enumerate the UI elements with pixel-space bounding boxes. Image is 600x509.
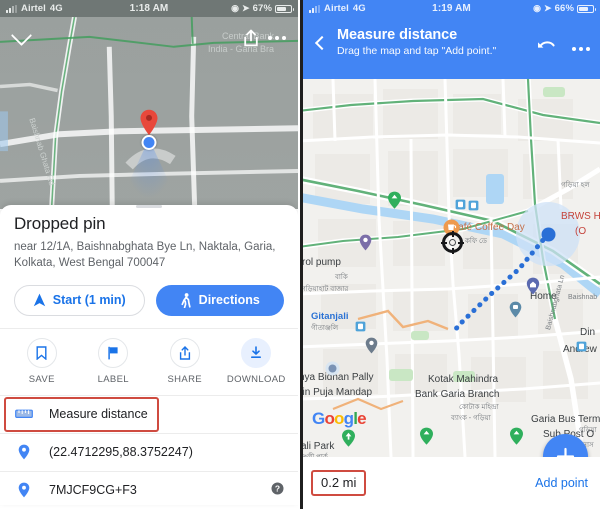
bookmark-icon <box>26 337 57 368</box>
quick-actions-row: SAVE LABEL SHARE DOWNLOAD <box>0 327 298 395</box>
save-action-label: SAVE <box>28 373 55 385</box>
battery-icon <box>577 4 596 13</box>
measure-map-canvas[interactable]: BRWS H (O rol pump Gitanjali Home Baishn… <box>303 79 600 457</box>
left-status-bar: Airtel 4G 1:18 AM ◉ ➤ 67% <box>0 0 298 17</box>
svg-text:?: ? <box>275 484 280 494</box>
place-pin-icon <box>14 482 34 498</box>
label-action-label: LABEL <box>97 373 129 385</box>
battery-icon <box>275 4 294 13</box>
screenshot-root: Airtel 4G 1:18 AM ◉ ➤ 67% Central Bank I… <box>0 0 600 509</box>
right-status-bar: Airtel 4G 1:19 AM ◉ ➤ 66% <box>303 0 600 17</box>
more-horizontal-icon[interactable] <box>572 47 590 51</box>
start-button-label: Start (1 min) <box>52 293 126 308</box>
place-address: near 12/1A, Baishnabghata Bye Ln, Naktal… <box>14 241 276 270</box>
battery-percent-label: 66% <box>554 3 574 14</box>
poi-marker-bus[interactable] <box>509 301 522 318</box>
google-watermark: Google <box>312 409 367 428</box>
directions-button-label: Directions <box>198 293 260 308</box>
poi-marker-museum[interactable] <box>365 337 378 354</box>
more-horizontal-icon[interactable] <box>264 25 290 51</box>
walking-icon <box>181 292 191 308</box>
plus-icon <box>556 447 575 457</box>
place-info-sheet: Dropped pin near 12/1A, Baishnabghata By… <box>0 205 298 505</box>
measure-distance-row[interactable]: Measure distance <box>0 394 298 433</box>
share-action-label: SHARE <box>167 373 202 385</box>
page-title: Dropped pin <box>14 214 106 233</box>
left-map-canvas[interactable]: Central Bank India - Garia Bra Baishnab … <box>0 17 298 209</box>
undo-icon[interactable] <box>537 39 556 59</box>
blue-dot-icon[interactable] <box>541 227 556 242</box>
measure-footer: 0.2 mi Add point <box>303 457 600 509</box>
coordinates-label: (22.4712295,88.3752247) <box>49 445 193 460</box>
crosshair-target-icon[interactable] <box>441 231 464 254</box>
chevron-down-icon[interactable] <box>8 24 34 51</box>
left-panel-dropped-pin: Airtel 4G 1:18 AM ◉ ➤ 67% Central Bank I… <box>0 0 300 509</box>
left-map-toolbar <box>0 21 298 55</box>
label-action[interactable]: LABEL <box>78 337 150 385</box>
measure-distance-title: Measure distance <box>337 27 458 43</box>
station-icon-3[interactable] <box>468 200 479 211</box>
share-icon <box>169 337 200 368</box>
measure-distance-subtitle: Drag the map and tap "Add point." <box>337 45 497 57</box>
station-icon-1[interactable] <box>355 321 366 332</box>
plus-code-label: 7MJCF9CG+F3 <box>49 483 137 498</box>
ruler-icon <box>14 409 34 419</box>
share-icon[interactable] <box>238 25 264 51</box>
dotted-line <box>450 231 551 335</box>
flag-icon <box>98 337 129 368</box>
directions-button[interactable]: Directions <box>155 284 284 316</box>
right-panel-measure-distance: Airtel 4G 1:19 AM ◉ ➤ 66% Measure distan… <box>300 0 600 509</box>
share-action[interactable]: SHARE <box>149 337 221 385</box>
place-pin-icon <box>14 444 34 460</box>
download-action-label: DOWNLOAD <box>226 373 286 385</box>
measure-distance-label: Measure distance <box>49 407 148 422</box>
poi-marker-park-1[interactable] <box>341 429 356 447</box>
home-marker-icon[interactable] <box>526 277 540 295</box>
cta-row: Start (1 min) Directions <box>0 272 298 328</box>
place-header: Dropped pin near 12/1A, Baishnabghata By… <box>0 208 298 272</box>
poi-marker-park-4[interactable] <box>509 427 524 445</box>
blue-dot-icon <box>141 135 157 150</box>
save-action[interactable]: SAVE <box>6 337 78 385</box>
alarm-icon: ◉ <box>533 3 542 13</box>
add-point-button[interactable]: Add point <box>535 476 588 490</box>
coordinates-row[interactable]: (22.4712295,88.3752247) <box>0 432 298 471</box>
station-icon-2[interactable] <box>455 199 466 210</box>
station-icon-4[interactable] <box>576 341 587 352</box>
location-arrow-icon: ➤ <box>544 3 552 13</box>
map-pin-icon[interactable] <box>140 109 159 136</box>
start-button[interactable]: Start (1 min) <box>14 284 145 316</box>
plus-code-row[interactable]: 7MJCF9CG+F3 ? <box>0 470 298 509</box>
navigation-arrow-icon <box>33 293 45 307</box>
measure-distance-header: Measure distance Drag the map and tap "A… <box>303 17 600 79</box>
download-action[interactable]: DOWNLOAD <box>221 337 293 385</box>
poi-marker-fuel[interactable] <box>359 234 372 251</box>
download-icon <box>241 337 272 368</box>
distance-value: 0.2 mi <box>321 475 357 490</box>
battery-percent-label: 67% <box>252 3 272 14</box>
chevron-left-icon[interactable] <box>309 32 331 54</box>
alarm-icon: ◉ <box>231 3 240 13</box>
location-arrow-icon: ➤ <box>242 3 250 13</box>
poi-marker-park-3[interactable] <box>419 427 434 445</box>
help-circle-icon[interactable]: ? <box>271 482 284 498</box>
poi-marker-temple[interactable] <box>325 361 340 376</box>
